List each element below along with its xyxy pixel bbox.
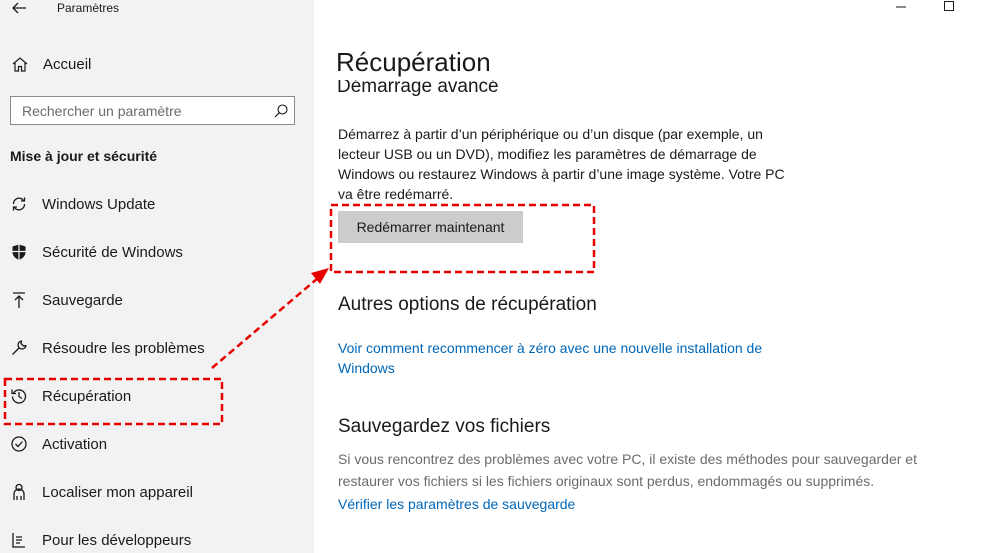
sidebar-item-activation[interactable]: Activation [9,432,107,456]
sidebar-item-label: Sécurité de Windows [42,243,183,261]
sidebar-item-developers[interactable]: Pour les développeurs [9,528,191,552]
sidebar-item-troubleshoot[interactable]: Résoudre les problèmes [9,336,205,360]
sync-icon [9,194,29,214]
main-content: Récupération Démarrage avancé Démarrez à… [314,0,983,553]
backup-description: Si vous rencontrez des problèmes avec vo… [338,451,917,489]
minimize-icon[interactable] [894,0,908,14]
shield-icon [9,242,29,262]
sidebar-item-label: Activation [42,435,108,453]
upload-arrow-icon [9,290,29,310]
sidebar-item-label: Windows Update [42,195,156,213]
fresh-start-link[interactable]: Voir comment recommencer à zéro avec une… [338,338,798,378]
advanced-startup-description: Démarrez à partir d’un périphérique ou d… [338,126,785,202]
page-title: Récupération [336,47,491,77]
sidebar-item-label: Localiser mon appareil [42,483,193,501]
sidebar-item-label: Sauvegarde [42,291,123,309]
sidebar-item-label: Récupération [42,387,132,405]
search-input[interactable]: Rechercher un paramètre [10,96,295,125]
check-backup-settings-link[interactable]: Vérifier les paramètres de sauvegarde [338,494,798,514]
search-icon[interactable] [273,103,289,119]
home-icon [10,54,30,74]
sidebar-item-backup[interactable]: Sauvegarde [9,288,123,312]
other-options-heading: Autres options de récupération [338,294,597,315]
history-icon [9,386,29,406]
search-placeholder: Rechercher un paramètre [22,103,182,119]
sidebar: Paramètres Accueil Rechercher un paramèt… [0,0,314,553]
sidebar-item-windows-update[interactable]: Windows Update [9,192,155,216]
wrench-icon [9,338,29,358]
back-arrow-icon[interactable] [9,0,29,16]
sidebar-item-label: Résoudre les problèmes [42,339,205,357]
sidebar-item-windows-security[interactable]: Sécurité de Windows [9,240,183,264]
sidebar-home-label: Accueil [43,55,92,73]
person-icon [9,482,29,502]
section-heading: Mise à jour et sécurité [10,148,158,164]
maximize-icon[interactable] [942,0,956,14]
sidebar-item-recovery[interactable]: Récupération [9,384,131,408]
check-circle-icon [9,434,29,454]
sidebar-home[interactable]: Accueil [10,52,91,76]
backup-heading: Sauvegardez vos fichiers [338,416,551,437]
developer-icon [9,530,29,550]
app-title: Paramètres [57,1,120,15]
sidebar-item-find-my-device[interactable]: Localiser mon appareil [9,480,193,504]
restart-now-button[interactable]: Redémarrer maintenant [338,211,523,243]
sidebar-item-label: Pour les développeurs [42,531,192,549]
advanced-startup-heading: Démarrage avancé [337,80,499,97]
